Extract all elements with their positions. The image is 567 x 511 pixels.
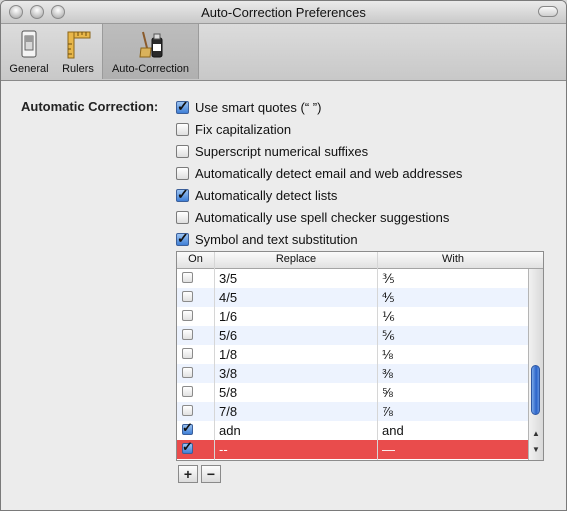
table-row-selected[interactable]: -- — (177, 439, 528, 459)
preferences-content: Automatic Correction: Use smart quotes (… (1, 81, 566, 510)
table-row[interactable]: adn and (177, 420, 528, 440)
column-header-replace[interactable]: Replace (215, 253, 377, 265)
symbol-substitution-checkbox[interactable] (176, 230, 189, 247)
tab-auto-correction[interactable]: Auto-Correction (102, 24, 199, 79)
row-enabled-checkbox[interactable] (182, 386, 193, 397)
row-enabled-checkbox[interactable] (182, 405, 193, 416)
with-cell[interactable]: and (382, 423, 404, 438)
row-enabled-checkbox[interactable] (182, 348, 193, 359)
table-row[interactable]: 7/8 ⅞ (177, 402, 528, 421)
replace-cell[interactable]: adn (219, 423, 241, 438)
with-cell[interactable]: ⅞ (382, 404, 393, 419)
with-cell[interactable]: ⅙ (382, 309, 395, 325)
column-divider (214, 252, 215, 460)
title-bar: Auto-Correction Preferences (1, 1, 566, 24)
fix-capitalization-checkbox[interactable] (176, 122, 189, 136)
detect-lists-checkbox[interactable] (176, 186, 189, 203)
replace-cell[interactable]: -- (219, 442, 228, 457)
vertical-scrollbar[interactable]: ▲ ▼ (528, 269, 543, 460)
row-enabled-checkbox[interactable] (182, 439, 193, 455)
with-cell[interactable]: ⅝ (382, 385, 393, 400)
with-cell[interactable]: — (382, 442, 395, 457)
option-superscript-suffixes[interactable]: Superscript numerical suffixes (176, 142, 368, 160)
replace-cell[interactable]: 1/8 (219, 347, 237, 362)
detect-lists-label: Automatically detect lists (195, 187, 338, 203)
detect-addresses-checkbox[interactable] (176, 166, 189, 180)
preferences-window: Auto-Correction Preferences General Rule… (0, 0, 567, 511)
spell-checker-checkbox[interactable] (176, 210, 189, 224)
symbol-substitution-label: Symbol and text substitution (195, 231, 358, 247)
table-row[interactable]: 1/6 ⅙ (177, 307, 528, 326)
with-cell[interactable]: ⅗ (382, 271, 395, 287)
table-row[interactable]: 3/5 ⅗ (177, 269, 528, 288)
row-enabled-checkbox[interactable] (182, 420, 193, 436)
replace-cell[interactable]: 7/8 (219, 404, 237, 419)
detect-addresses-label: Automatically detect email and web addre… (195, 165, 463, 181)
tab-rulers[interactable]: Rulers (57, 24, 99, 79)
option-smart-quotes[interactable]: Use smart quotes (“ ”) (176, 98, 321, 116)
option-spell-checker[interactable]: Automatically use spell checker suggesti… (176, 208, 449, 226)
column-header-on[interactable]: On (177, 253, 214, 265)
with-cell[interactable]: ⅜ (382, 366, 393, 381)
option-fix-capitalization[interactable]: Fix capitalization (176, 120, 291, 138)
remove-entry-button[interactable]: − (201, 465, 221, 483)
automatic-correction-label: Automatic Correction: (21, 99, 159, 114)
replace-cell[interactable]: 3/5 (219, 271, 237, 286)
replace-cell[interactable]: 3/8 (219, 366, 237, 381)
scroll-down-arrow-icon[interactable]: ▼ (532, 445, 540, 454)
row-enabled-checkbox[interactable] (182, 310, 193, 321)
with-cell[interactable]: ⅘ (382, 290, 395, 306)
column-header-with[interactable]: With (378, 253, 528, 265)
add-entry-button[interactable]: + (178, 465, 198, 483)
row-enabled-checkbox[interactable] (182, 291, 193, 302)
fix-capitalization-label: Fix capitalization (195, 121, 292, 137)
scroll-up-arrow-icon[interactable]: ▲ (532, 429, 540, 438)
replace-cell[interactable]: 5/8 (219, 385, 237, 400)
window-title: Auto-Correction Preferences (201, 5, 366, 20)
superscript-suffixes-checkbox[interactable] (176, 144, 189, 158)
smart-quotes-checkbox[interactable] (176, 98, 189, 115)
option-detect-addresses[interactable]: Automatically detect email and web addre… (176, 164, 462, 182)
switch-icon (21, 30, 37, 58)
broom-bottle-icon (138, 31, 162, 58)
with-cell[interactable]: ⅛ (382, 347, 393, 362)
tab-general-label: General (9, 63, 49, 75)
table-row[interactable]: 4/5 ⅘ (177, 288, 528, 307)
table-row[interactable]: 5/6 ⅚ (177, 326, 528, 345)
option-symbol-substitution[interactable]: Symbol and text substitution (176, 230, 358, 248)
replace-cell[interactable]: 5/6 (219, 328, 237, 343)
row-enabled-checkbox[interactable] (182, 272, 193, 283)
replace-cell[interactable]: 1/6 (219, 309, 237, 324)
toolbar-toggle-button[interactable] (538, 6, 558, 17)
tab-rulers-label: Rulers (62, 63, 94, 75)
substitution-table: On Replace With 3/5 ⅗ 4/5 ⅘ 1/6 ⅙ 5/6 ⅚ … (176, 251, 544, 461)
row-enabled-checkbox[interactable] (182, 367, 193, 378)
table-row[interactable]: 1/8 ⅛ (177, 345, 528, 364)
spell-checker-label: Automatically use spell checker suggesti… (195, 209, 450, 225)
column-divider (377, 252, 378, 460)
superscript-suffixes-label: Superscript numerical suffixes (195, 143, 369, 159)
with-cell[interactable]: ⅚ (382, 328, 395, 344)
ruler-icon (67, 31, 91, 59)
row-enabled-checkbox[interactable] (182, 329, 193, 340)
replace-cell[interactable]: 4/5 (219, 290, 237, 305)
option-detect-lists[interactable]: Automatically detect lists (176, 186, 337, 204)
smart-quotes-label: Use smart quotes (“ ”) (195, 99, 322, 115)
table-row[interactable]: 3/8 ⅜ (177, 364, 528, 383)
preferences-toolbar: General Rulers Auto-Correction (1, 24, 566, 81)
table-row[interactable]: 5/8 ⅝ (177, 383, 528, 402)
tab-auto-correction-label: Auto-Correction (111, 63, 190, 75)
table-header: On Replace With (177, 252, 543, 269)
scrollbar-thumb[interactable] (531, 365, 540, 415)
tab-general[interactable]: General (5, 24, 53, 79)
